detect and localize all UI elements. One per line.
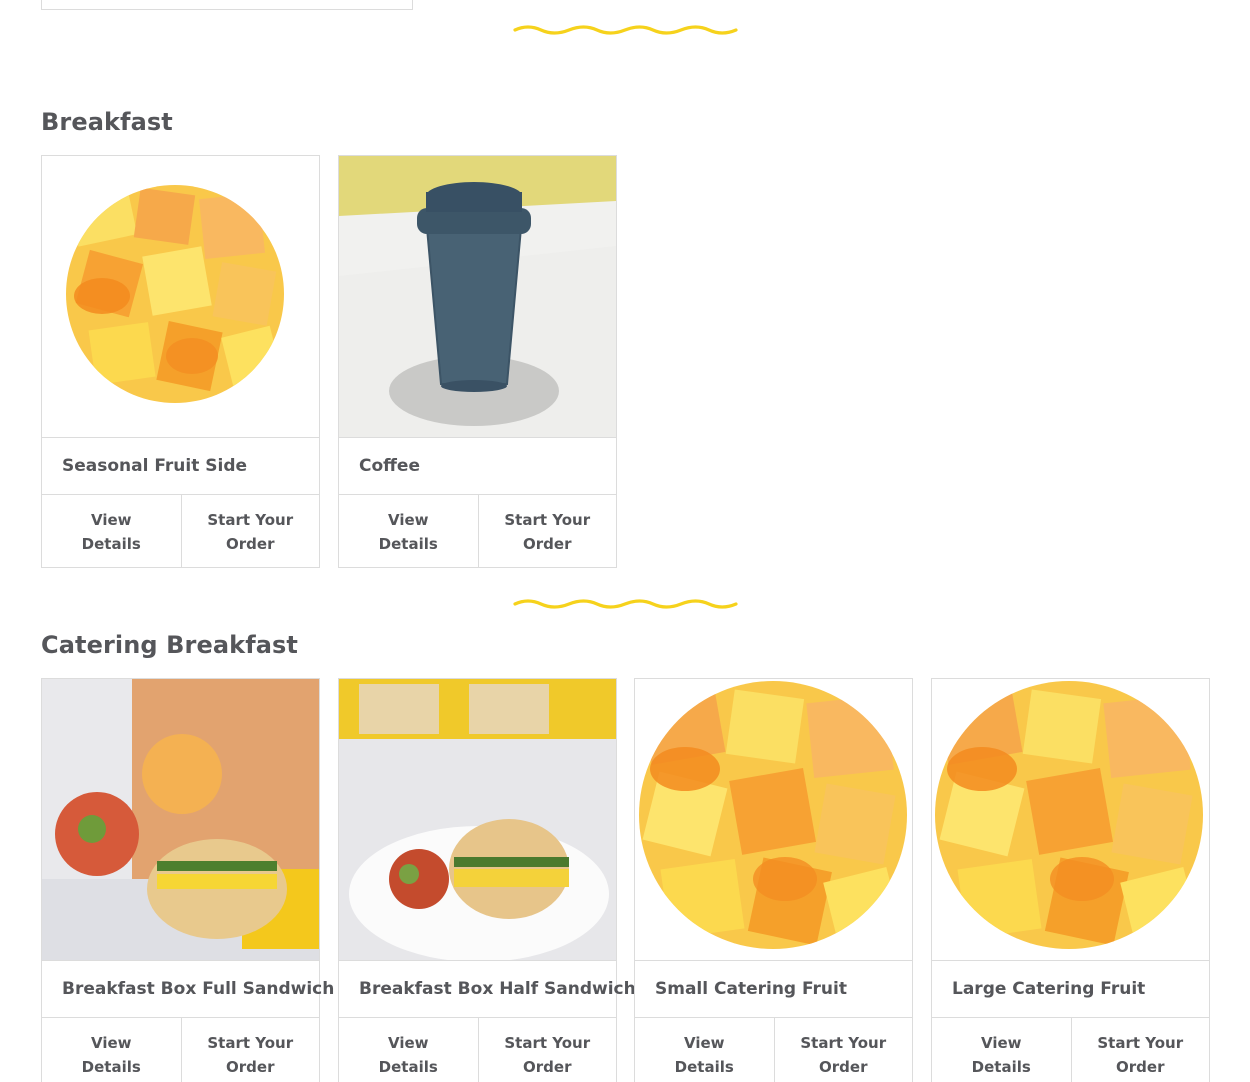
- card-actions: View Details Start Your Order: [339, 494, 616, 568]
- fruit-cup-icon[interactable]: [42, 156, 319, 437]
- fruit-cup-icon[interactable]: [635, 679, 912, 960]
- card-actions: View Details Start Your Order: [932, 1017, 1209, 1082]
- card-actions: View Details Start Your Order: [635, 1017, 912, 1082]
- product-name[interactable]: Breakfast Box Half Sandwich: [339, 960, 636, 1017]
- product-card: Large Catering Fruit View Details Start …: [931, 678, 1210, 1082]
- card-actions: View Details Start Your Order: [42, 1017, 319, 1082]
- squiggle-divider: [513, 25, 738, 35]
- product-card: Seasonal Fruit Side View Details Start Y…: [41, 155, 320, 568]
- start-order-button[interactable]: Start Your Order: [477, 1018, 617, 1082]
- view-details-button[interactable]: View Details: [635, 1018, 774, 1082]
- product-name[interactable]: Coffee: [339, 437, 616, 494]
- view-details-button[interactable]: View Details: [932, 1018, 1071, 1082]
- product-card: Coffee View Details Start Your Order: [338, 155, 617, 568]
- view-details-button[interactable]: View Details: [339, 495, 478, 568]
- top-partial-box: [41, 0, 413, 10]
- sandwich-box-icon[interactable]: [42, 679, 319, 960]
- section-title-breakfast: Breakfast: [41, 108, 173, 136]
- start-order-button[interactable]: Start Your Order: [180, 1018, 320, 1082]
- product-card: Breakfast Box Half Sandwich View Details…: [338, 678, 636, 1082]
- product-name[interactable]: Large Catering Fruit: [932, 960, 1209, 1017]
- product-name[interactable]: Breakfast Box Full Sandwich: [42, 960, 334, 1017]
- start-order-button[interactable]: Start Your Order: [477, 495, 617, 568]
- view-details-button[interactable]: View Details: [42, 1018, 181, 1082]
- view-details-button[interactable]: View Details: [339, 1018, 478, 1082]
- product-name[interactable]: Seasonal Fruit Side: [42, 437, 319, 494]
- squiggle-divider: [513, 599, 738, 609]
- fruit-cup-icon[interactable]: [932, 679, 1209, 960]
- product-name[interactable]: Small Catering Fruit: [635, 960, 912, 1017]
- coffee-cup-icon[interactable]: [339, 156, 616, 437]
- view-details-button[interactable]: View Details: [42, 495, 181, 568]
- section-title-catering-breakfast: Catering Breakfast: [41, 631, 298, 659]
- start-order-button[interactable]: Start Your Order: [180, 495, 320, 568]
- product-card: Small Catering Fruit View Details Start …: [634, 678, 913, 1082]
- start-order-button[interactable]: Start Your Order: [773, 1018, 913, 1082]
- product-card: Breakfast Box Full Sandwich View Details…: [41, 678, 334, 1082]
- card-actions: View Details Start Your Order: [42, 494, 319, 568]
- sandwich-plate-icon[interactable]: [339, 679, 616, 960]
- start-order-button[interactable]: Start Your Order: [1070, 1018, 1210, 1082]
- card-actions: View Details Start Your Order: [339, 1017, 616, 1082]
